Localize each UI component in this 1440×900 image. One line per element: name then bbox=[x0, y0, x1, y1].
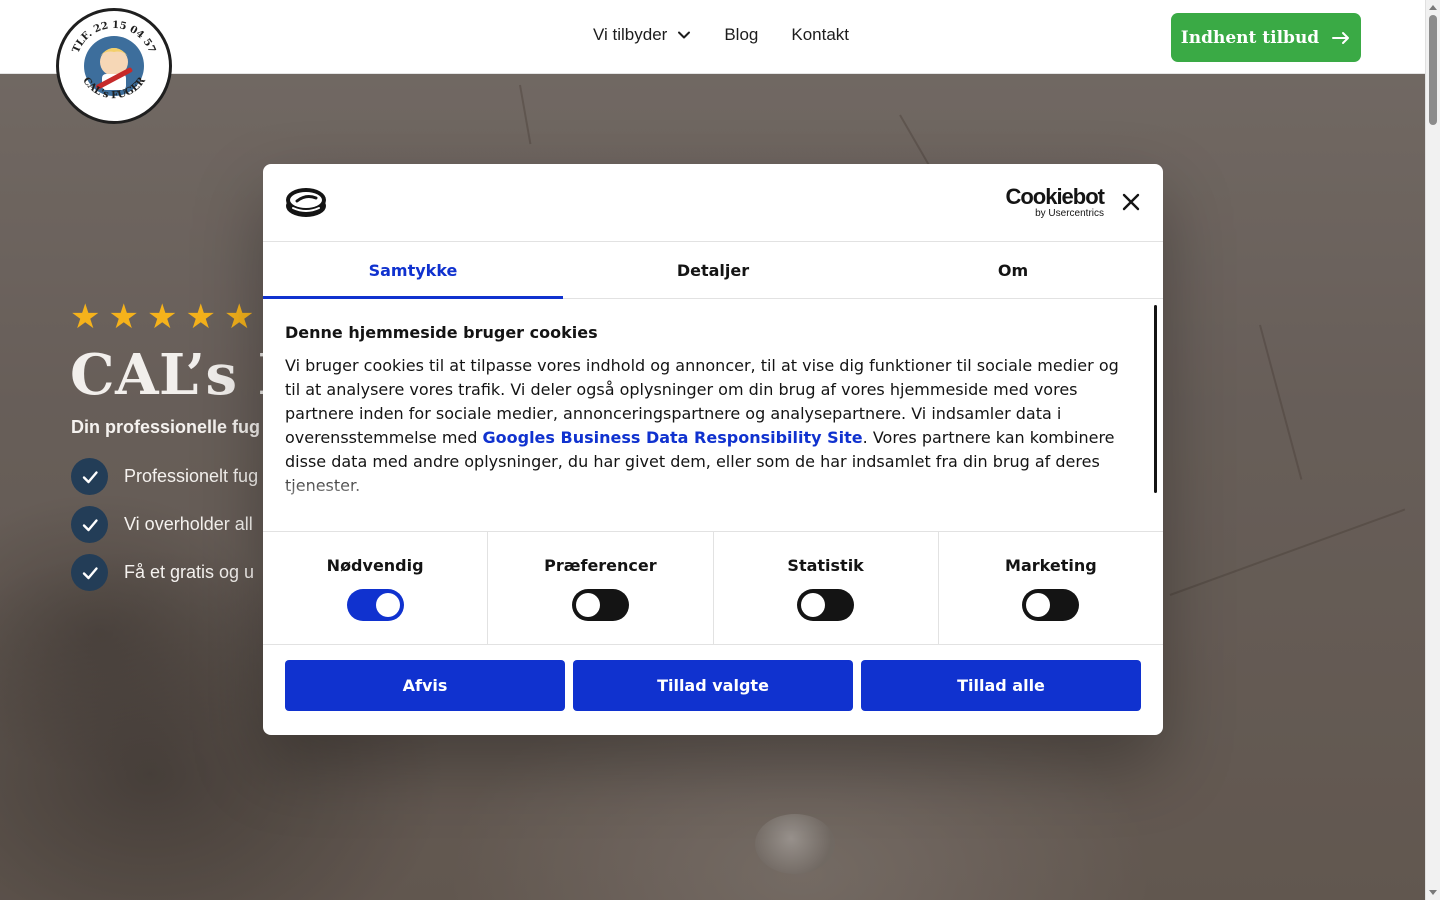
dialog-actions: Afvis Tillad valgte Tillad alle bbox=[263, 645, 1163, 726]
star-icon: ★ bbox=[185, 297, 216, 337]
site-logo[interactable]: TLF. 22 15 04 57 CAL's FUGER bbox=[56, 8, 172, 124]
consent-toggles: Nødvendig Præferencer Statistik Marketin… bbox=[263, 531, 1163, 645]
feature-list: Professionelt fug Vi overholder all Få e… bbox=[71, 458, 258, 591]
nav-label: Vi tilbyder bbox=[593, 25, 668, 44]
scroll-up-arrow-icon[interactable] bbox=[1429, 5, 1437, 10]
allow-all-button[interactable]: Tillad alle bbox=[861, 660, 1141, 711]
reject-button[interactable]: Afvis bbox=[285, 660, 565, 711]
toggle-cell-statistics: Statistik bbox=[714, 532, 939, 644]
toggle-label: Statistik bbox=[787, 555, 864, 575]
check-icon bbox=[71, 458, 108, 495]
star-icon: ★ bbox=[108, 297, 139, 337]
check-icon bbox=[71, 506, 108, 543]
dialog-body-scrollbar[interactable] bbox=[1154, 305, 1157, 493]
toggle-cell-necessary: Nødvendig bbox=[263, 532, 489, 644]
request-quote-label: Indhent tilbud bbox=[1180, 27, 1320, 48]
page-scrollbar[interactable] bbox=[1425, 0, 1440, 900]
brand-name: Cookiebot bbox=[1005, 184, 1105, 209]
brand-byline: by Usercentrics bbox=[1035, 208, 1104, 219]
toggle-cell-marketing: Marketing bbox=[939, 532, 1163, 644]
arrow-right-icon bbox=[1332, 31, 1350, 44]
scroll-thumb[interactable] bbox=[1429, 15, 1437, 125]
statistics-switch[interactable] bbox=[797, 588, 855, 621]
nav-item-vi-tilbyder[interactable]: Vi tilbyder bbox=[593, 25, 691, 45]
cookiebot-logo[interactable]: Cookiebot by Usercentrics bbox=[1000, 184, 1105, 220]
scroll-down-arrow-icon[interactable] bbox=[1429, 890, 1437, 895]
nav-label: Blog bbox=[724, 25, 759, 44]
allow-selected-button[interactable]: Tillad valgte bbox=[573, 660, 853, 711]
feature-item: Professionelt fug bbox=[71, 458, 258, 495]
dialog-header: Cookiebot by Usercentrics bbox=[263, 164, 1163, 242]
feature-item: Vi overholder all bbox=[71, 506, 258, 543]
logo-graphic: TLF. 22 15 04 57 CAL's FUGER bbox=[71, 20, 158, 101]
preferences-switch[interactable] bbox=[571, 588, 629, 621]
star-icon: ★ bbox=[223, 297, 255, 337]
main-nav: Vi tilbyder Blog Kontakt bbox=[593, 25, 849, 45]
check-icon bbox=[71, 554, 108, 591]
rating-stars-row: ★ ★ ★ ★ ★ v bbox=[70, 300, 275, 334]
feature-text: Professionelt fug bbox=[124, 466, 259, 486]
toggle-cell-preferences: Præferencer bbox=[488, 532, 714, 644]
marketing-switch[interactable] bbox=[1022, 588, 1080, 621]
cookiebot-mark-icon bbox=[286, 188, 326, 217]
close-icon[interactable] bbox=[1121, 192, 1141, 212]
dialog-body: Denne hjemmeside bruger cookies Vi bruge… bbox=[263, 299, 1163, 531]
dialog-heading: Denne hjemmeside bruger cookies bbox=[285, 323, 598, 342]
toggle-label: Marketing bbox=[1005, 555, 1097, 575]
hero-subtitle: Din professionelle fug bbox=[71, 417, 261, 437]
feature-text: Få et gratis og u bbox=[124, 562, 255, 582]
request-quote-button[interactable]: Indhent tilbud bbox=[1171, 13, 1361, 62]
dialog-tabs: Samtykke Detaljer Om bbox=[263, 242, 1163, 299]
tab-detaljer[interactable]: Detaljer bbox=[563, 242, 863, 298]
feature-text: Vi overholder all bbox=[124, 514, 253, 534]
toggle-label: Nødvendig bbox=[326, 555, 424, 575]
star-icon: ★ bbox=[70, 297, 101, 337]
tab-samtykke[interactable]: Samtykke bbox=[263, 242, 563, 299]
cookie-consent-dialog: Cookiebot by Usercentrics Samtykke Detal… bbox=[263, 164, 1163, 735]
chevron-down-icon bbox=[678, 31, 691, 39]
necessary-switch[interactable] bbox=[346, 588, 404, 621]
toggle-label: Præferencer bbox=[544, 555, 657, 575]
feature-item: Få et gratis og u bbox=[71, 554, 258, 591]
nav-label: Kontakt bbox=[791, 25, 850, 44]
site-header: TLF. 22 15 04 57 CAL's FUGER Vi tilbyder… bbox=[0, 0, 1425, 124]
star-icon: ★ bbox=[146, 297, 178, 337]
text-fade-overlay bbox=[263, 471, 1163, 531]
tab-om[interactable]: Om bbox=[863, 242, 1163, 298]
nav-item-kontakt[interactable]: Kontakt bbox=[791, 25, 849, 45]
google-data-responsibility-link[interactable]: Googles Business Data Responsibility Sit… bbox=[483, 428, 863, 447]
nav-item-blog[interactable]: Blog bbox=[724, 25, 758, 45]
